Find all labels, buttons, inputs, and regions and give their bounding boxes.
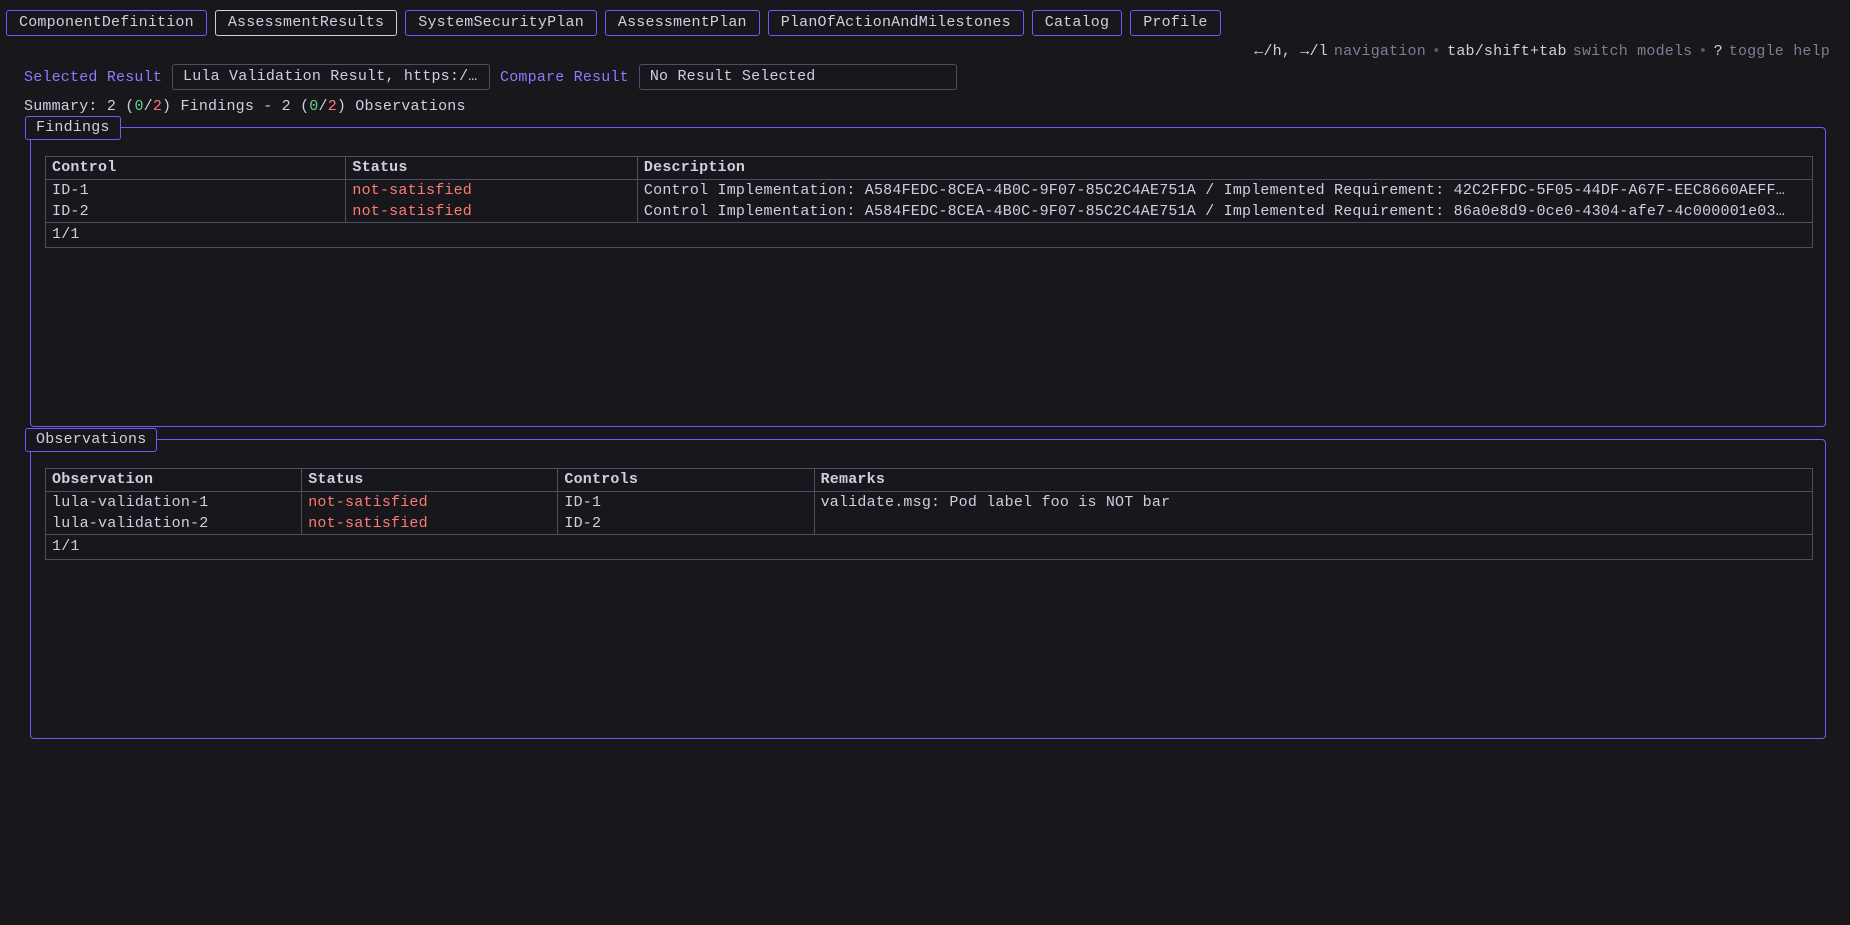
cell-status: not-satisfied	[346, 201, 637, 222]
compare-result-dropdown[interactable]: No Result Selected	[639, 64, 957, 90]
cell-remarks	[815, 513, 1812, 517]
summary-observations-label: Observations	[355, 98, 465, 115]
selected-result-label: Selected Result	[24, 69, 162, 86]
cell-description: Control Implementation: A584FEDC-8CEA-4B…	[638, 180, 1812, 201]
observations-panel: Observations Observation Status Controls…	[30, 439, 1826, 739]
keyhint-nav-label: navigation	[1334, 43, 1426, 60]
findings-th-description: Description	[637, 157, 1812, 180]
cell-observation: lula-validation-2	[46, 513, 301, 534]
summary-findings-total: 2	[107, 98, 116, 115]
selected-result-dropdown[interactable]: Lula Validation Result, https://github.…	[172, 64, 490, 90]
cell-description: Control Implementation: A584FEDC-8CEA-4B…	[638, 201, 1812, 222]
findings-panel: Findings Control Status Description ID-1…	[30, 127, 1826, 427]
cell-control: ID-1	[46, 180, 345, 201]
findings-panel-title: Findings	[25, 116, 121, 140]
cell-observation: lula-validation-1	[46, 492, 301, 513]
model-tabs: ComponentDefinition AssessmentResults Sy…	[6, 10, 1838, 36]
tab-assessmentresults[interactable]: AssessmentResults	[215, 10, 397, 36]
keyhint-nav-keys: ←/h, →/l	[1254, 43, 1328, 60]
cell-controls: ID-1	[558, 492, 813, 513]
keyhint-sep: •	[1698, 43, 1707, 60]
observations-panel-title: Observations	[25, 428, 157, 452]
obs-th-status: Status	[302, 469, 558, 492]
keyhint-sep: •	[1432, 43, 1441, 60]
summary-line: Summary: 2 (0/2) Findings - 2 (0/2) Obse…	[6, 98, 1838, 115]
observations-table-header-row: Observation Status Controls Remarks	[46, 469, 1813, 492]
keyhint-tab-label: switch models	[1573, 43, 1693, 60]
summary-findings-pass: 0	[134, 98, 143, 115]
cell-status: not-satisfied	[302, 513, 557, 534]
summary-observations-fail: 2	[328, 98, 337, 115]
cell-status: not-satisfied	[302, 492, 557, 513]
tab-systemsecurityplan[interactable]: SystemSecurityPlan	[405, 10, 597, 36]
obs-th-observation: Observation	[46, 469, 302, 492]
summary-findings-label: Findings -	[180, 98, 281, 115]
observations-table[interactable]: Observation Status Controls Remarks lula…	[45, 468, 1813, 535]
obs-th-controls: Controls	[558, 469, 814, 492]
tab-componentdefinition[interactable]: ComponentDefinition	[6, 10, 207, 36]
summary-observations-total: 2	[282, 98, 291, 115]
summary-findings-fail: 2	[153, 98, 162, 115]
keyhint-bar: ←/h, →/l navigation • tab/shift+tab swit…	[6, 43, 1838, 60]
cell-status: not-satisfied	[346, 180, 637, 201]
tab-planofactionandmilestones[interactable]: PlanOfActionAndMilestones	[768, 10, 1024, 36]
cell-controls: ID-2	[558, 513, 813, 534]
compare-result-value: No Result Selected	[650, 68, 816, 85]
summary-prefix: Summary:	[24, 98, 107, 115]
obs-th-remarks: Remarks	[814, 469, 1812, 492]
tab-label: AssessmentResults	[228, 14, 384, 31]
findings-th-status: Status	[346, 157, 638, 180]
cell-remarks: validate.msg: Pod label foo is NOT bar	[815, 492, 1812, 513]
findings-panel-body: Control Status Description ID-1 ID-2 not…	[45, 144, 1813, 414]
keyhint-help-key: ?	[1714, 43, 1723, 60]
tab-label: AssessmentPlan	[618, 14, 747, 31]
tab-label: Catalog	[1045, 14, 1109, 31]
observations-table-footer: 1/1	[45, 535, 1813, 560]
findings-table-footer: 1/1	[45, 223, 1813, 248]
findings-table-header-row: Control Status Description	[46, 157, 1813, 180]
tab-label: Profile	[1143, 14, 1207, 31]
tab-label: SystemSecurityPlan	[418, 14, 584, 31]
selected-result-value: Lula Validation Result, https://github.…	[183, 68, 490, 85]
result-selector-row: Selected Result Lula Validation Result, …	[6, 64, 1838, 90]
cell-control: ID-2	[46, 201, 345, 222]
findings-th-control: Control	[46, 157, 346, 180]
keyhint-help-label: toggle help	[1729, 43, 1830, 60]
findings-table[interactable]: Control Status Description ID-1 ID-2 not…	[45, 156, 1813, 223]
compare-result-label: Compare Result	[500, 69, 629, 86]
tab-profile[interactable]: Profile	[1130, 10, 1220, 36]
tab-catalog[interactable]: Catalog	[1032, 10, 1122, 36]
tab-assessmentplan[interactable]: AssessmentPlan	[605, 10, 760, 36]
observations-panel-body: Observation Status Controls Remarks lula…	[45, 456, 1813, 726]
tab-label: ComponentDefinition	[19, 14, 194, 31]
keyhint-tab-keys: tab/shift+tab	[1447, 43, 1567, 60]
tab-label: PlanOfActionAndMilestones	[781, 14, 1011, 31]
